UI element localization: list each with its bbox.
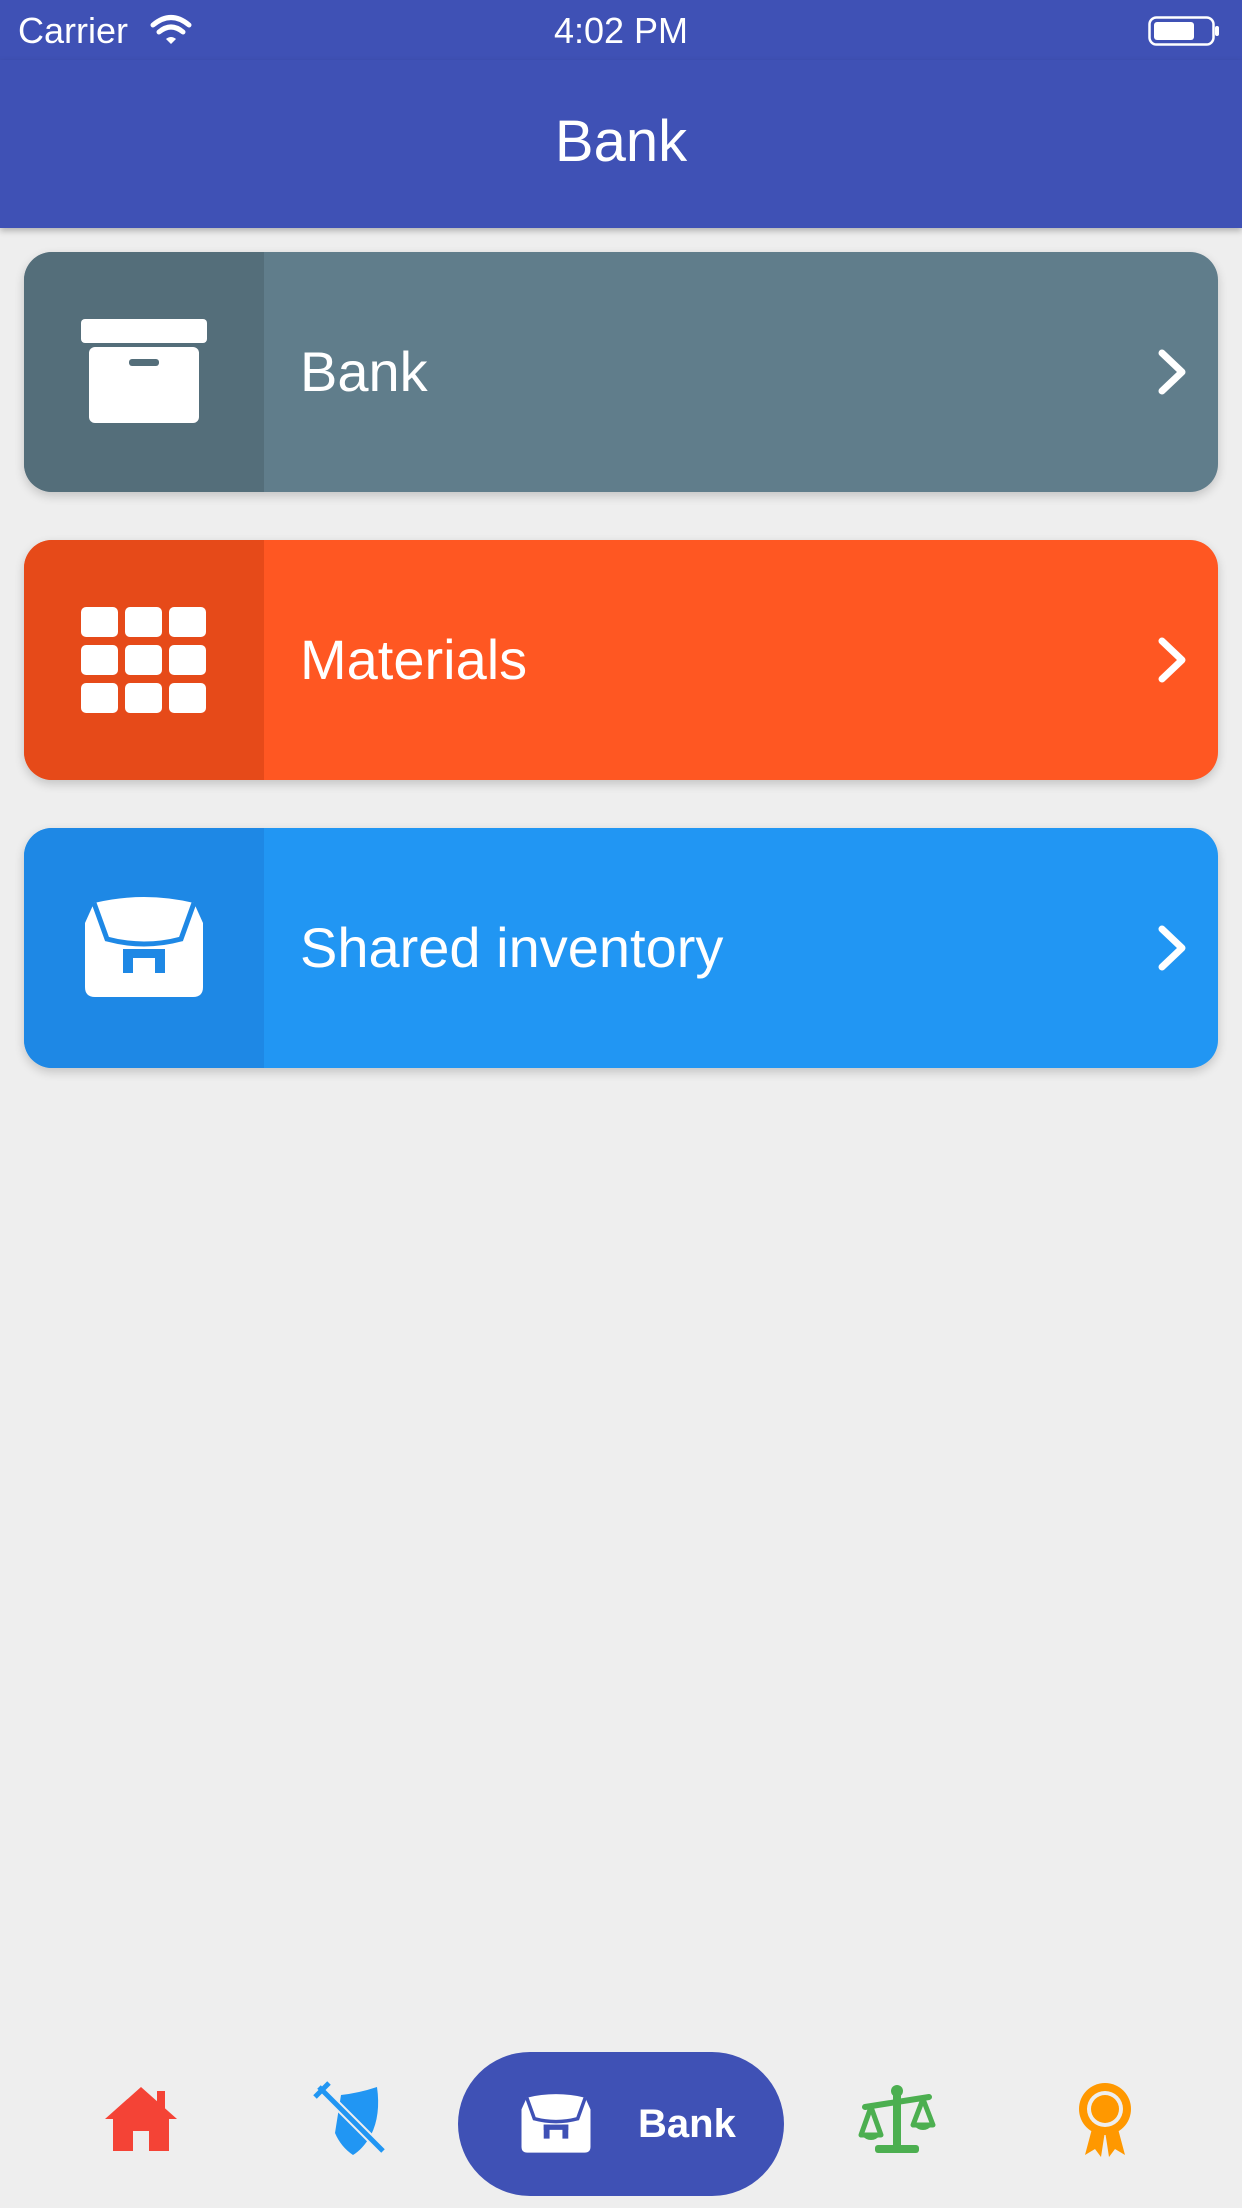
clock: 4:02 PM — [553, 10, 689, 51]
app-bar: Bank — [0, 60, 1242, 228]
menu-item-label: Bank — [300, 340, 428, 403]
nav-item-bank-active[interactable]: Bank — [458, 2052, 784, 2196]
nav-active-label: Bank — [638, 2102, 736, 2146]
menu-item-materials[interactable]: Materials — [24, 540, 1218, 780]
menu-item-icon-box — [24, 828, 264, 1068]
chevron-right-icon — [1158, 349, 1186, 395]
nav-item-trading[interactable] — [842, 2030, 952, 2208]
chevron-right-icon — [1158, 637, 1186, 683]
grid-icon — [81, 607, 206, 713]
menu-item-bank[interactable]: Bank — [24, 252, 1218, 492]
sword-shield-icon — [313, 2081, 387, 2155]
nav-item-pvp[interactable] — [296, 2030, 406, 2208]
menu-item-shared-inventory[interactable]: Shared inventory — [24, 828, 1218, 1068]
home-icon — [105, 2087, 177, 2151]
page-title: Bank — [554, 109, 688, 174]
status-bar: Carrier 4:02 PM — [0, 0, 1242, 60]
menu-item-icon-box — [24, 252, 264, 492]
nav-item-achievements[interactable] — [1050, 2030, 1160, 2208]
menu-item-label: Materials — [300, 628, 528, 691]
nav-item-home[interactable] — [86, 2030, 196, 2208]
menu-item-label: Shared inventory — [300, 916, 724, 979]
bottom-navigation: Bank — [0, 2030, 1242, 2208]
bag-icon — [85, 897, 203, 997]
chevron-right-icon — [1158, 925, 1186, 971]
menu-item-icon-box — [24, 540, 264, 780]
award-ribbon-icon — [1079, 2083, 1131, 2157]
bag-icon — [521, 2094, 591, 2153]
archive-box-icon — [81, 319, 207, 423]
battery-icon — [1148, 16, 1219, 46]
scales-icon — [858, 2085, 936, 2153]
